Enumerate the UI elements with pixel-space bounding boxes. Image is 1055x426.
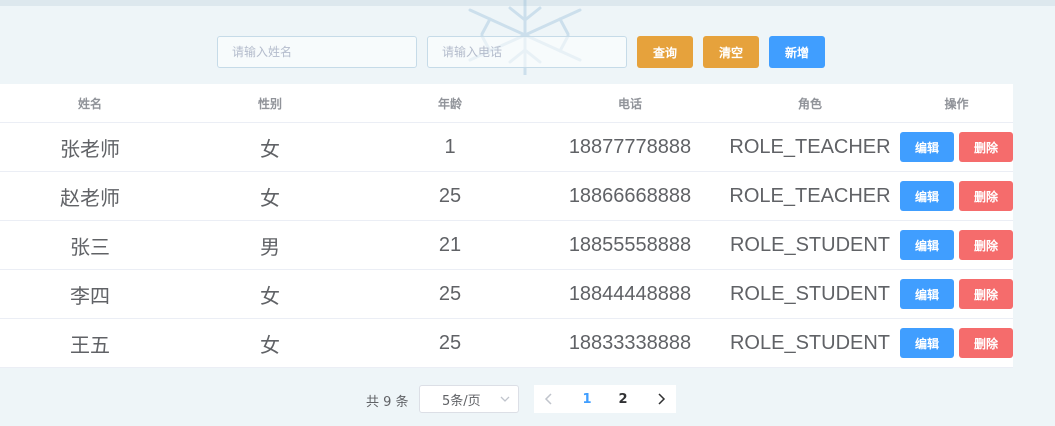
cell-role: ROLE_TEACHER (729, 184, 891, 207)
page-1-button[interactable]: 1 (572, 385, 602, 413)
edit-button[interactable]: 编辑 (900, 328, 954, 358)
cell-actions: 编辑 删除 (900, 132, 1013, 162)
user-table: 姓名 性别 年龄 电话 角色 操作 张老师 女 1 18877778888 RO… (0, 84, 1013, 368)
edit-button[interactable]: 编辑 (900, 132, 954, 162)
delete-button[interactable]: 删除 (959, 230, 1013, 260)
page-nav: 1 2 (534, 385, 676, 413)
chevron-right-icon (658, 393, 666, 405)
delete-button[interactable]: 删除 (959, 328, 1013, 358)
cell-gender: 女 (260, 187, 280, 210)
header-actions: 操作 (944, 96, 969, 111)
prev-page-button[interactable] (534, 385, 564, 413)
header-phone: 电话 (617, 96, 642, 111)
cell-role: ROLE_STUDENT (729, 233, 891, 256)
cell-gender: 女 (260, 334, 280, 357)
cell-role: ROLE_STUDENT (729, 282, 891, 305)
cell-actions: 编辑 删除 (900, 230, 1013, 260)
cell-actions: 编辑 删除 (900, 328, 1013, 358)
header-age: 年龄 (437, 96, 462, 111)
cell-age: 1 (444, 135, 456, 158)
cell-age: 25 (438, 184, 462, 207)
search-toolbar: 查询 清空 新增 (217, 36, 825, 68)
edit-button[interactable]: 编辑 (900, 181, 954, 211)
page-size-select[interactable]: 5条/页 (419, 385, 519, 413)
phone-search-input[interactable] (427, 36, 627, 68)
cell-role: ROLE_TEACHER (729, 135, 891, 158)
cell-gender: 女 (260, 138, 280, 161)
cell-actions: 编辑 删除 (900, 279, 1013, 309)
header-gender: 性别 (257, 96, 282, 111)
query-button[interactable]: 查询 (637, 36, 693, 68)
cell-phone: 18866668888 (568, 184, 692, 207)
chevron-down-icon (500, 396, 510, 402)
cell-gender: 男 (260, 236, 280, 259)
chevron-left-icon (544, 393, 552, 405)
table-row: 李四 女 25 18844448888 ROLE_STUDENT 编辑 删除 (0, 270, 1013, 319)
cell-role: ROLE_STUDENT (729, 331, 891, 354)
cell-name: 李四 (70, 285, 110, 308)
cell-phone: 18855558888 (568, 233, 692, 256)
total-count: 共 9 条 (366, 395, 409, 410)
cell-phone: 18844448888 (568, 282, 692, 305)
cell-age: 25 (438, 282, 462, 305)
cell-phone: 18877778888 (568, 135, 692, 158)
cell-name: 张老师 (60, 138, 120, 161)
cell-name: 赵老师 (60, 187, 120, 210)
table-row: 赵老师 女 25 18866668888 ROLE_TEACHER 编辑 删除 (0, 172, 1013, 221)
cell-age: 21 (438, 233, 462, 256)
table-row: 张三 男 21 18855558888 ROLE_STUDENT 编辑 删除 (0, 221, 1013, 270)
pagination: 共 9 条 5条/页 1 2 (0, 385, 1055, 413)
edit-button[interactable]: 编辑 (900, 230, 954, 260)
edit-button[interactable]: 编辑 (900, 279, 954, 309)
cell-phone: 18833338888 (568, 331, 692, 354)
cell-name: 王五 (70, 334, 110, 357)
next-page-button[interactable] (646, 385, 676, 413)
name-search-input[interactable] (217, 36, 417, 68)
page-size-value: 5条/页 (442, 393, 481, 409)
table-row: 王五 女 25 18833338888 ROLE_STUDENT 编辑 删除 (0, 319, 1013, 368)
header-name: 姓名 (77, 96, 102, 111)
delete-button[interactable]: 删除 (959, 181, 1013, 211)
clear-button[interactable]: 清空 (703, 36, 759, 68)
header-role: 角色 (797, 96, 822, 111)
page-2-button[interactable]: 2 (608, 385, 638, 413)
cell-actions: 编辑 删除 (900, 181, 1013, 211)
delete-button[interactable]: 删除 (959, 132, 1013, 162)
table-header: 姓名 性别 年龄 电话 角色 操作 (0, 84, 1013, 123)
add-button[interactable]: 新增 (769, 36, 825, 68)
table-row: 张老师 女 1 18877778888 ROLE_TEACHER 编辑 删除 (0, 123, 1013, 172)
cell-name: 张三 (70, 236, 110, 259)
cell-age: 25 (438, 331, 462, 354)
cell-gender: 女 (260, 285, 280, 308)
delete-button[interactable]: 删除 (959, 279, 1013, 309)
